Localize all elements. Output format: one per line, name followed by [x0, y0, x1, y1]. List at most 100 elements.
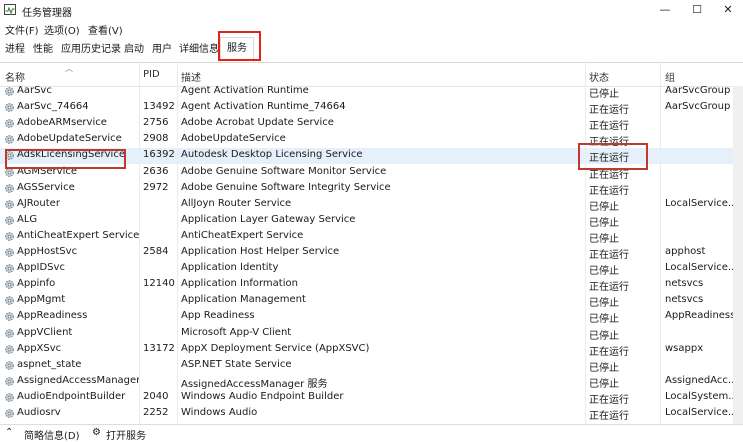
service-row[interactable]: AppMgmt Application Management 已停止 netsvcs [0, 293, 743, 309]
gear-icon [5, 393, 14, 402]
service-row[interactable]: AppIDSvc Application Identity 已停止 LocalServ… [0, 261, 743, 277]
service-row[interactable]: AGSService 2972 Adobe Genuine Software Int… [0, 181, 743, 197]
service-pid: 2908 [143, 133, 169, 145]
vertical-scrollbar[interactable] [733, 86, 743, 424]
tab-processes[interactable]: 进程 [5, 41, 25, 59]
service-status: 已停止 [589, 89, 619, 100]
service-row[interactable]: Appinfo 12140 Application Information 正在运行 n… [0, 277, 743, 293]
collapse-icon[interactable]: ⌃ [5, 427, 13, 438]
service-name: AppVClient [17, 326, 73, 338]
service-row[interactable]: AppVClient Microsoft App-V Client 已停止 [0, 326, 743, 342]
service-pid: 13172 [143, 342, 175, 354]
close-button[interactable]: ✕ [713, 0, 743, 20]
service-name-highlight [5, 149, 126, 169]
open-services-link[interactable]: 打开服务 [106, 427, 146, 442]
menu-view[interactable]: 查看(V) [88, 22, 123, 37]
service-group: AarSvcGroup [665, 101, 731, 113]
service-group: LocalService... [665, 407, 737, 418]
gear-icon [5, 135, 14, 145]
service-pid: 2756 [143, 117, 169, 129]
service-description: Microsoft App-V Client [181, 326, 292, 338]
service-pid: 2636 [143, 165, 169, 177]
service-description: App Readiness [181, 310, 255, 322]
service-row[interactable]: AppHostSvc 2584 Application Host Helper Se… [0, 245, 743, 261]
service-name: AntiCheatExpert Service [17, 229, 139, 241]
gear-icon [5, 409, 14, 418]
service-description: AssignedAccessManager 服务 [181, 378, 328, 390]
service-row[interactable]: AarSvc_74664 13492 Agent Activation Runtim… [0, 100, 743, 116]
tab-performance[interactable]: 性能 [33, 41, 53, 59]
tab-startup[interactable]: 启动 [124, 41, 144, 59]
service-status: 正在运行 [589, 185, 629, 197]
menu-options[interactable]: 选项(O) [44, 22, 80, 37]
gear-icon [5, 296, 14, 306]
tab-details[interactable]: 详细信息 [179, 41, 219, 59]
service-row[interactable]: Audiosrv 2252 Windows Audio 正在运行 LocalServic… [0, 406, 743, 422]
service-description: AdobeUpdateService [181, 133, 286, 145]
service-status: 已停止 [589, 378, 619, 390]
service-description: Windows Audio [181, 407, 258, 418]
service-row[interactable]: AssignedAccessManager... AssignedAccessMa… [0, 374, 743, 390]
service-row[interactable]: AarSvc Agent Activation Runtime 已停止 AarSvcG… [0, 84, 743, 100]
service-description: ASP.NET State Service [181, 358, 292, 370]
service-group: AssignedAcc... [665, 374, 737, 386]
header-group[interactable]: 组 [665, 69, 675, 84]
service-row[interactable]: AdobeARMservice 2756 Adobe Acrobat Update … [0, 116, 743, 132]
service-description: Application Layer Gateway Service [181, 213, 356, 225]
gear-icon [5, 280, 14, 289]
service-status: 正在运行 [589, 105, 629, 117]
service-name: AarSvc_74664 [17, 101, 89, 113]
service-name: aspnet_state [17, 358, 82, 370]
fewer-details-link[interactable]: 简略信息(D) [24, 427, 80, 442]
tab-app-history[interactable]: 应用历史记录 [61, 41, 121, 59]
sort-up-icon[interactable]: ︿ [65, 63, 73, 74]
header-name[interactable]: 名称 [5, 69, 25, 84]
service-row[interactable]: AJRouter AllJoyn Router Service 已停止 LocalSe… [0, 197, 743, 213]
service-status: 正在运行 [589, 394, 629, 406]
header-status[interactable]: 状态 [589, 69, 609, 84]
service-name: AppXSvc [17, 342, 62, 354]
gear-icon [5, 328, 14, 338]
service-group: AarSvcGroup [665, 85, 731, 96]
service-description: AppX Deployment Service (AppXSVC) [181, 342, 370, 354]
service-pid: 2584 [143, 246, 169, 257]
service-row[interactable]: ALG Application Layer Gateway Service 已停止 [0, 213, 743, 229]
minimize-button[interactable]: — [650, 0, 680, 20]
service-pid: 2040 [143, 390, 169, 402]
gear-icon [5, 312, 14, 322]
service-description: Windows Audio Endpoint Builder [181, 390, 344, 402]
service-row[interactable]: AppReadiness App Readiness 已停止 AppReadiness [0, 309, 743, 325]
service-status: 已停止 [589, 266, 619, 278]
service-description: Application Identity [181, 262, 279, 274]
service-status: 已停止 [589, 298, 619, 310]
service-group: netsvcs [665, 294, 704, 306]
service-name: Appinfo [17, 278, 56, 290]
service-group: AppReadiness [665, 310, 736, 322]
maximize-button[interactable]: ☐ [682, 0, 712, 20]
service-name: AppMgmt [17, 294, 66, 306]
service-row[interactable]: AntiCheatExpert Service AntiCheatExpert S… [0, 229, 743, 245]
service-group: LocalService... [665, 262, 737, 274]
service-row[interactable]: AudioEndpointBuilder 2040 Windows Audio En… [0, 390, 743, 406]
menu-file[interactable]: 文件(F) [5, 22, 39, 37]
tab-users[interactable]: 用户 [152, 41, 172, 59]
service-name: AppIDSvc [17, 262, 65, 274]
service-status: 正在运行 [589, 346, 629, 358]
service-row[interactable]: aspnet_state ASP.NET State Service 已停止 [0, 358, 743, 374]
service-status: 已停止 [589, 233, 619, 245]
service-pid: 12140 [143, 278, 175, 290]
service-name: ALG [17, 213, 38, 225]
service-group: netsvcs [665, 278, 704, 290]
service-status: 已停止 [589, 201, 619, 213]
service-name: AudioEndpointBuilder [17, 390, 126, 402]
task-manager-icon [4, 4, 16, 15]
service-group: LocalService... [665, 197, 737, 209]
service-row[interactable]: AppXSvc 13172 AppX Deployment Service (App… [0, 342, 743, 358]
service-status: 正在运行 [589, 250, 629, 261]
service-description: AllJoyn Router Service [181, 197, 292, 209]
header-pid[interactable]: PID [143, 69, 160, 80]
services-icon[interactable]: ⚙ [92, 427, 101, 438]
service-name: AJRouter [17, 197, 60, 209]
header-description[interactable]: 描述 [181, 69, 201, 84]
service-status: 正在运行 [589, 121, 629, 133]
